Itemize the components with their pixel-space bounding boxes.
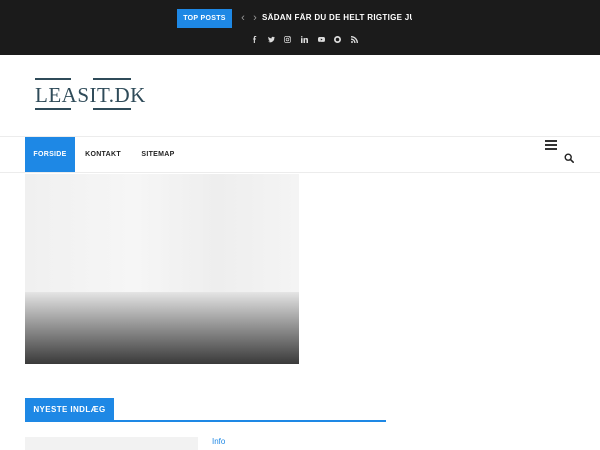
twitter-icon[interactable]	[263, 33, 280, 45]
circle-icon[interactable]	[329, 33, 346, 45]
facebook-icon[interactable]	[246, 33, 263, 45]
linkedin-icon[interactable]	[296, 33, 313, 45]
logo-rule	[35, 78, 71, 80]
top-bar: TOP POSTS ‹ › SÅDAN FÅR DU DE HELT RIGTI…	[0, 0, 600, 55]
post-thumbnail[interactable]	[25, 437, 198, 450]
logo-rule	[93, 78, 131, 80]
logo-rule	[93, 108, 131, 110]
social-links	[246, 33, 363, 45]
ticker-next-button[interactable]: ›	[250, 10, 260, 26]
ticker-headline-link[interactable]: SÅDAN FÅR DU DE HELT RIGTIGE JULEGAVER	[262, 13, 412, 25]
latest-posts-label: NYESTE INDLÆG	[25, 398, 114, 420]
rss-icon[interactable]	[346, 33, 363, 45]
instagram-icon[interactable]	[279, 33, 296, 45]
latest-posts-heading: NYESTE INDLÆG	[25, 398, 386, 422]
nav-item-forside[interactable]: FORSIDE	[25, 137, 75, 172]
top-posts-badge: TOP POSTS	[177, 9, 232, 28]
site-logo[interactable]: LEASIT.DK	[35, 78, 146, 112]
youtube-icon[interactable]	[313, 33, 330, 45]
search-icon[interactable]	[564, 150, 574, 163]
logo-rule	[35, 108, 71, 110]
ticker-prev-button[interactable]: ‹	[238, 10, 248, 26]
nav-item-kontakt[interactable]: KONTAKT	[78, 137, 128, 172]
post-category-link[interactable]: Info	[212, 437, 225, 446]
nav-item-sitemap[interactable]: SITEMAP	[133, 137, 183, 172]
site-logo-text: LEASIT.DK	[35, 83, 146, 107]
hamburger-menu-icon[interactable]	[545, 140, 557, 150]
main-navigation: FORSIDE KONTAKT SITEMAP	[0, 136, 600, 173]
featured-post-image[interactable]	[25, 174, 299, 364]
